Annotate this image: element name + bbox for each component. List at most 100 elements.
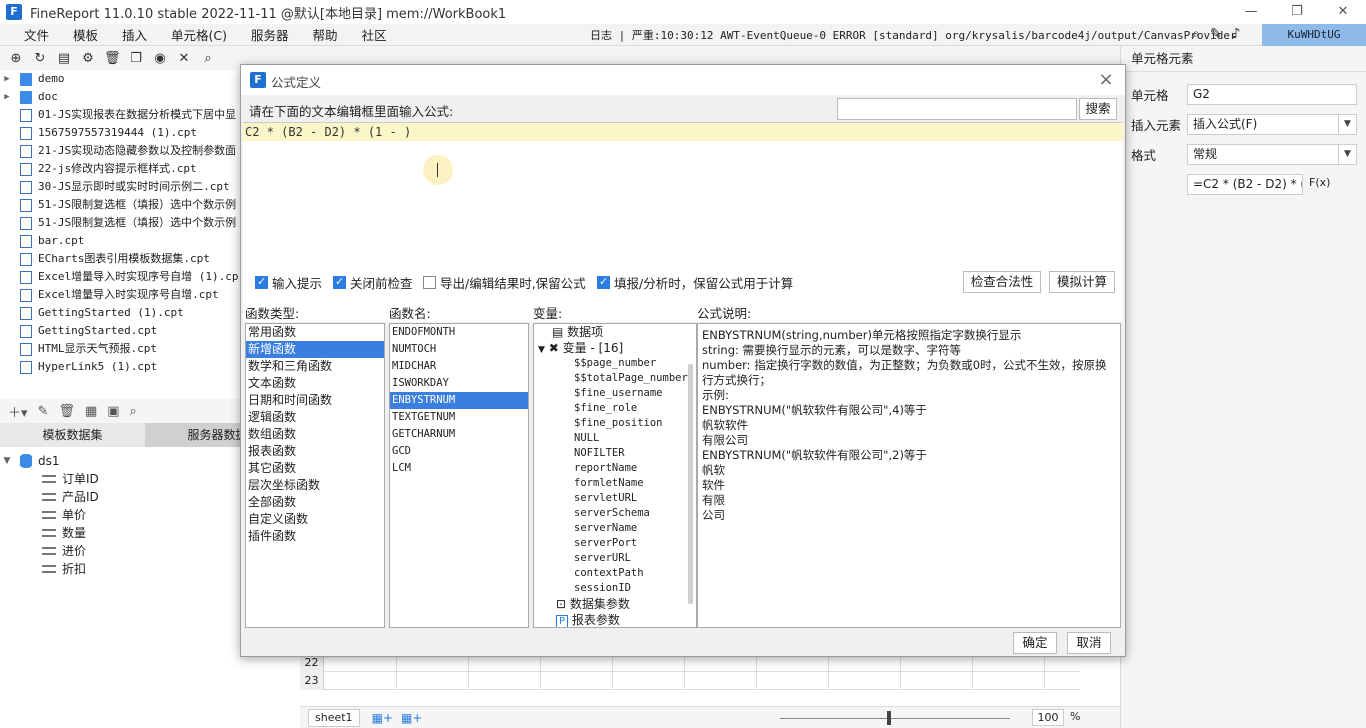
menu-insert[interactable]: 插入 bbox=[98, 25, 147, 44]
formula-text[interactable]: C2 * (B2 - D2) * (1 - ) bbox=[243, 123, 1123, 141]
func-type-item[interactable]: 自定义函数 bbox=[246, 511, 384, 528]
close-icon[interactable]: × bbox=[1095, 69, 1117, 90]
variable-item[interactable]: sessionID bbox=[534, 581, 696, 596]
func-name-item[interactable]: ENBYSTRNUM bbox=[390, 392, 528, 409]
simulate-button[interactable]: 模拟计算 bbox=[1049, 271, 1115, 293]
func-type-list[interactable]: 常用函数 新增函数 数学和三角函数 文本函数 日期和时间函数 逻辑函数 数组函数 报表函数 其它… bbox=[245, 323, 385, 628]
variable-item[interactable]: $$totalPage_number bbox=[534, 371, 696, 386]
search-icon[interactable]: ⌕ bbox=[1192, 26, 1200, 42]
variable-tree[interactable]: ▤ 数据项 ▼ ✖ 变量 - [16] $$page_number $$total… bbox=[533, 323, 697, 628]
dataset-param-node[interactable]: ⊡ 数据集参数 bbox=[534, 596, 696, 612]
func-type-item[interactable]: 层次坐标函数 bbox=[246, 477, 384, 494]
menu-community[interactable]: 社区 bbox=[338, 25, 387, 44]
function-search-input[interactable] bbox=[837, 98, 1077, 120]
check-validity-button[interactable]: 检查合法性 bbox=[963, 271, 1041, 293]
variable-group-node[interactable]: ▼ ✖ 变量 - [16] bbox=[534, 340, 696, 356]
variable-item[interactable]: contextPath bbox=[534, 566, 696, 581]
search-icon[interactable]: ⌕ bbox=[130, 404, 137, 419]
format-select[interactable]: 常规 ▼ bbox=[1187, 144, 1357, 165]
database-icon[interactable]: ▣ bbox=[107, 404, 119, 419]
variable-item[interactable]: serverURL bbox=[534, 551, 696, 566]
func-name-item[interactable]: MIDCHAR bbox=[390, 358, 528, 375]
variable-item[interactable]: $fine_role bbox=[534, 401, 696, 416]
collapse-icon[interactable]: ✕ bbox=[176, 51, 192, 66]
func-name-list[interactable]: ENDOFMONTH NUMTOCH MIDCHAR ISWORKDAY ENBYSTR… bbox=[389, 323, 529, 628]
variable-item[interactable]: serverPort bbox=[534, 536, 696, 551]
user-badge[interactable]: KuWHDtUG bbox=[1262, 24, 1366, 46]
func-name-item[interactable]: ENDOFMONTH bbox=[390, 324, 528, 341]
chevron-right-icon[interactable]: ▶ bbox=[0, 70, 14, 88]
func-name-item[interactable]: GCD bbox=[390, 443, 528, 460]
checkbox-keep-formula-export[interactable]: 导出/编辑结果时,保留公式 bbox=[423, 273, 586, 291]
template-icon[interactable]: ▤ bbox=[56, 51, 72, 66]
chevron-right-icon[interactable]: ▶ bbox=[0, 88, 14, 106]
chevron-down-icon[interactable]: ▼ bbox=[1338, 145, 1356, 164]
variable-item[interactable]: reportName bbox=[534, 461, 696, 476]
menu-help[interactable]: 帮助 bbox=[289, 25, 338, 44]
locate-icon[interactable]: ◉ bbox=[152, 51, 168, 66]
checkbox-input-hint[interactable]: 输入提示 bbox=[255, 273, 322, 291]
delete-icon[interactable]: 🗑 bbox=[58, 404, 75, 419]
refresh-icon[interactable]: ↻ bbox=[32, 51, 48, 66]
sheet-tab[interactable]: sheet1 bbox=[308, 708, 360, 727]
preview-icon[interactable]: ▦ bbox=[85, 404, 97, 419]
checkbox-keep-formula-fill[interactable]: 填报/分析时，保留公式用于计算 bbox=[597, 273, 793, 291]
variable-item[interactable]: formletName bbox=[534, 476, 696, 491]
func-type-item[interactable]: 其它函数 bbox=[246, 460, 384, 477]
checkbox-check-before-close[interactable]: 关闭前检查 bbox=[333, 273, 413, 291]
zoom-input[interactable]: 100 bbox=[1032, 709, 1064, 726]
search-icon[interactable]: ⌕ bbox=[200, 51, 216, 66]
copy-icon[interactable]: ❐ bbox=[128, 51, 144, 66]
func-type-item[interactable]: 报表函数 bbox=[246, 443, 384, 460]
bell-icon[interactable]: ♪ bbox=[1232, 26, 1241, 42]
fx-button[interactable]: F(x) bbox=[1309, 176, 1330, 189]
variable-item[interactable]: $fine_position bbox=[534, 416, 696, 431]
settings-icon[interactable]: ⚙ bbox=[80, 51, 96, 66]
menu-server[interactable]: 服务器 bbox=[227, 25, 289, 44]
close-button[interactable]: ✕ bbox=[1320, 0, 1366, 24]
checkbox-icon[interactable] bbox=[333, 275, 346, 289]
checkbox-icon[interactable] bbox=[255, 275, 268, 289]
menu-file[interactable]: 文件 bbox=[0, 25, 49, 44]
add-sheet-icon[interactable]: ▦+ bbox=[372, 711, 393, 725]
variable-item[interactable]: $fine_username bbox=[534, 386, 696, 401]
chevron-down-icon[interactable]: ▼ bbox=[1338, 115, 1356, 134]
edit-icon[interactable]: ✎ bbox=[1210, 26, 1222, 42]
menu-cell[interactable]: 单元格(C) bbox=[147, 25, 227, 44]
add-form-icon[interactable]: ▦+ bbox=[401, 711, 422, 725]
func-type-item[interactable]: 全部函数 bbox=[246, 494, 384, 511]
menu-template[interactable]: 模板 bbox=[49, 25, 98, 44]
func-type-item[interactable]: 插件函数 bbox=[246, 528, 384, 545]
report-param-node[interactable]: P 报表参数 bbox=[534, 612, 696, 627]
chevron-down-icon[interactable]: ▼ bbox=[0, 452, 14, 470]
add-dataset-icon[interactable]: ＋▾ bbox=[8, 402, 28, 421]
data-item-node[interactable]: ▤ 数据项 bbox=[534, 324, 696, 340]
checkbox-icon[interactable] bbox=[423, 275, 436, 289]
variable-item[interactable]: serverName bbox=[534, 521, 696, 536]
search-button[interactable]: 搜索 bbox=[1079, 98, 1117, 120]
ok-button[interactable]: 确定 bbox=[1013, 632, 1057, 654]
log-message[interactable]: 日志 | 严重:10:30:12 AWT-EventQueue-0 ERROR … bbox=[590, 27, 1237, 43]
minimize-button[interactable]: — bbox=[1228, 0, 1274, 24]
func-type-item[interactable]: 新增函数 bbox=[246, 341, 384, 358]
func-type-item[interactable]: 日期和时间函数 bbox=[246, 392, 384, 409]
zoom-slider-handle[interactable] bbox=[887, 711, 891, 725]
new-file-icon[interactable]: ⊕ bbox=[8, 51, 24, 66]
table-row[interactable]: 23 bbox=[300, 672, 1080, 690]
func-type-item[interactable]: 逻辑函数 bbox=[246, 409, 384, 426]
delete-icon[interactable]: 🗑 bbox=[104, 51, 121, 66]
variable-item[interactable]: $$page_number bbox=[534, 356, 696, 371]
scrollbar[interactable] bbox=[688, 364, 693, 604]
formula-field[interactable]: =C2 * (B2 - D2) * (1 - E2) bbox=[1187, 174, 1303, 195]
variable-item[interactable]: servletURL bbox=[534, 491, 696, 506]
func-type-item[interactable]: 文本函数 bbox=[246, 375, 384, 392]
func-name-item[interactable]: GETCHARNUM bbox=[390, 426, 528, 443]
chevron-down-icon[interactable]: ▼ bbox=[538, 345, 545, 355]
func-name-item[interactable]: NUMTOCH bbox=[390, 341, 528, 358]
func-type-item[interactable]: 常用函数 bbox=[246, 324, 384, 341]
variable-item[interactable]: serverSchema bbox=[534, 506, 696, 521]
maximize-button[interactable]: ❐ bbox=[1274, 0, 1320, 24]
variable-item[interactable]: NOFILTER bbox=[534, 446, 696, 461]
checkbox-icon[interactable] bbox=[597, 275, 610, 289]
func-name-item[interactable]: LCM bbox=[390, 460, 528, 477]
